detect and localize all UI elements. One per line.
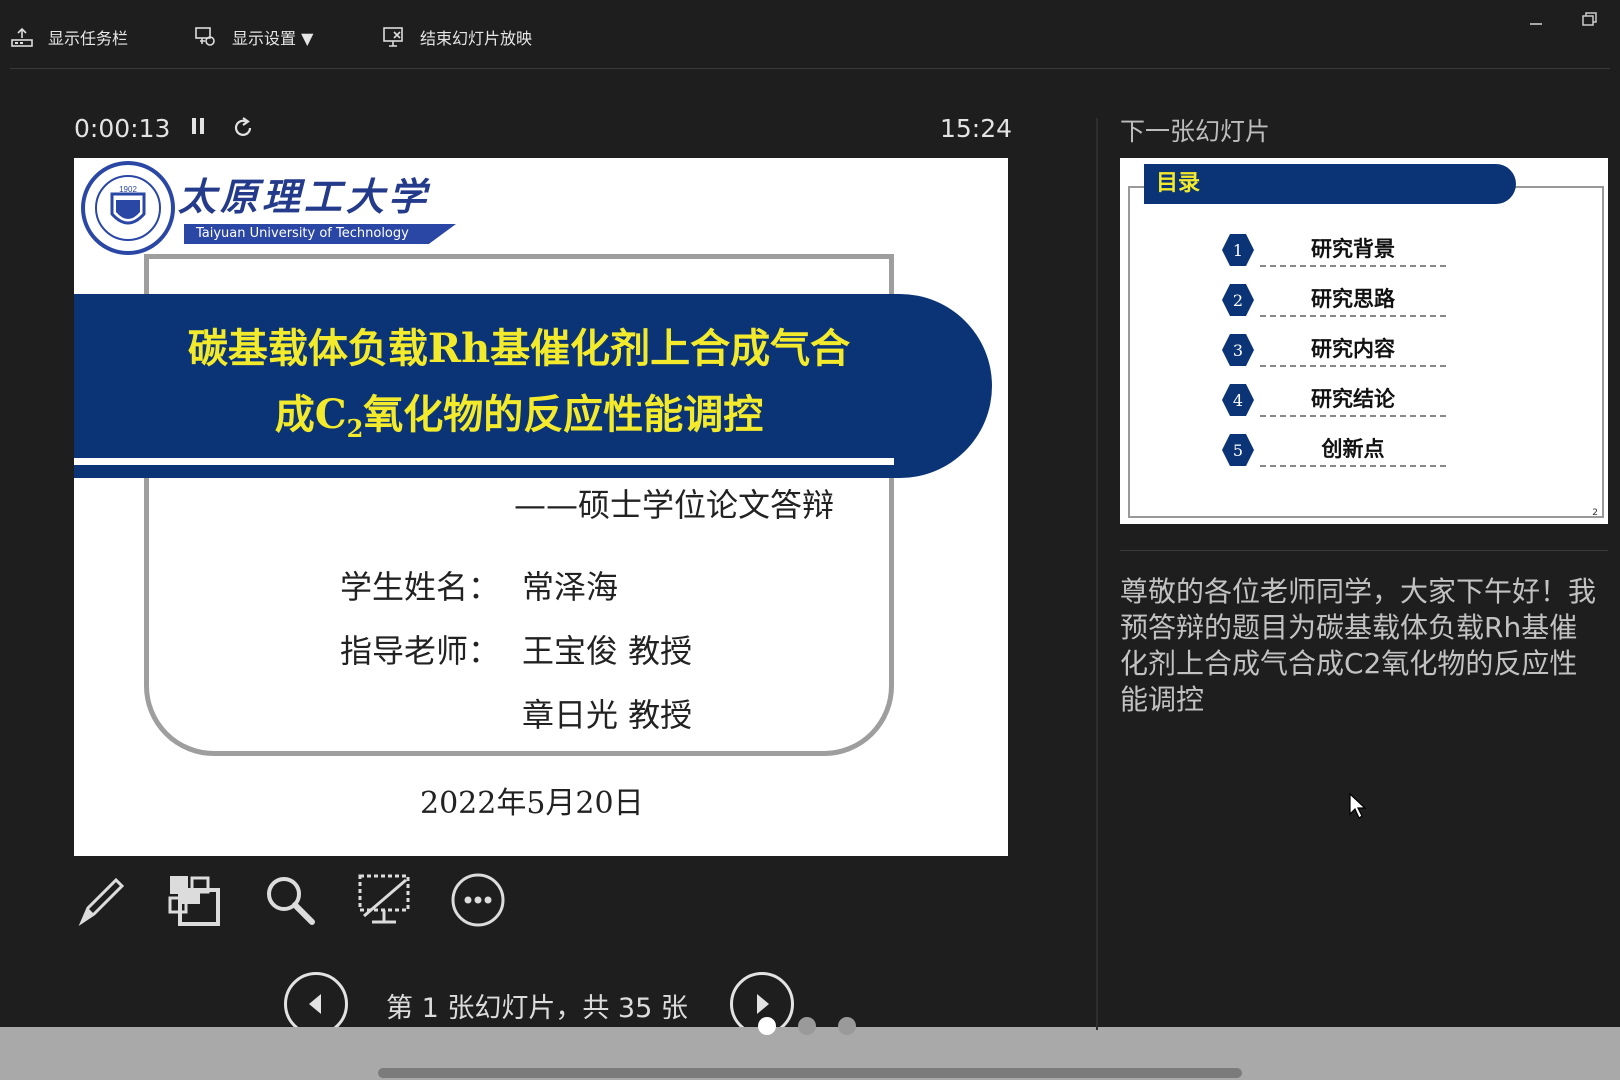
more-options-icon[interactable] <box>450 872 506 928</box>
toc-heading: 目录 <box>1144 164 1516 204</box>
toc-item-label: 研究内容 <box>1260 333 1446 367</box>
next-slide-label: 下一张幻灯片 <box>1120 117 1271 146</box>
presenter-toolbar: 显示任务栏 显示设置 ▼ 结束幻灯片放映 <box>0 0 1620 70</box>
title-line-2-suffix: 氧化物的反应性能调控 <box>363 391 764 438</box>
end-slideshow-label: 结束幻灯片放映 <box>420 29 533 48</box>
end-slideshow-button[interactable]: 结束幻灯片放映 <box>382 22 532 52</box>
toc-item-label: 研究结论 <box>1260 383 1446 417</box>
university-name-cn: 太原理工大学 <box>178 174 431 219</box>
restore-icon <box>1582 12 1597 26</box>
zoom-icon[interactable] <box>262 872 318 928</box>
next-slide-page-number: 2 <box>1592 508 1598 518</box>
mouse-cursor-icon <box>1349 792 1367 819</box>
toc-item-label: 研究背景 <box>1260 233 1446 267</box>
title-line-1: 碳基载体负载Rh基催化剂上合成气合 <box>187 325 851 372</box>
horizontal-scrollbar[interactable] <box>378 1068 1242 1078</box>
minimize-window-button[interactable] <box>1524 8 1548 32</box>
display-settings-label: 显示设置 ▼ <box>232 29 314 48</box>
next-slide-preview[interactable]: 目录 1 研究背景 2 研究思路 3 研究内容 4 研究结论 5 创新点 2 <box>1120 158 1608 524</box>
toc-number-badge: 1 <box>1222 234 1254 266</box>
slide-title: 碳基载体负载Rh基催化剂上合成气合 成C2氧化物的反应性能调控 <box>104 316 934 462</box>
seal-year: 1902 <box>119 185 137 194</box>
display-settings-icon <box>195 27 215 46</box>
toc-item-label: 创新点 <box>1260 433 1446 467</box>
student-name: 常泽海 <box>522 568 619 606</box>
toc-number-badge: 3 <box>1222 334 1254 366</box>
slide-subtitle: ——硕士学位论文答辩 <box>514 486 835 524</box>
black-screen-icon[interactable] <box>356 872 412 928</box>
current-slide[interactable]: 1902 太原理工大学 Taiyuan University of Techno… <box>74 158 1008 856</box>
panel-divider[interactable] <box>1096 118 1098 1030</box>
university-name-en: Taiyuan University of Technology <box>184 224 456 244</box>
university-seal-icon: 1902 <box>81 161 175 255</box>
elapsed-timer: 0:00:13 <box>74 114 171 143</box>
toc-item: 2 研究思路 <box>1222 282 1446 318</box>
title-subscript: 2 <box>346 414 364 443</box>
see-all-slides-icon[interactable] <box>166 872 222 928</box>
title-line-2: 成C2氧化物的反应性能调控 <box>104 382 934 462</box>
toc-item-label: 研究思路 <box>1260 283 1446 317</box>
advisor-2: 章日光 教授 <box>522 696 693 734</box>
pause-icon[interactable] <box>190 116 206 138</box>
taskbar-icon <box>11 27 33 47</box>
speaker-notes[interactable]: 尊敬的各位老师同学，大家下午好！我预答辩的题目为碳基载体负载Rh基催化剂上合成气… <box>1120 574 1600 718</box>
toc-number-badge: 5 <box>1222 434 1254 466</box>
toc-number-badge: 2 <box>1222 284 1254 316</box>
show-taskbar-label: 显示任务栏 <box>48 29 129 48</box>
pager-dot[interactable] <box>838 1017 856 1035</box>
restore-window-button[interactable] <box>1578 8 1602 32</box>
pen-icon[interactable] <box>74 872 130 928</box>
triangle-left-icon <box>309 994 321 1014</box>
restart-timer-icon[interactable] <box>232 116 256 140</box>
toc-item: 3 研究内容 <box>1222 332 1446 368</box>
toc-number-badge: 4 <box>1222 384 1254 416</box>
toc-item: 5 创新点 <box>1222 432 1446 468</box>
notes-divider <box>1120 550 1608 551</box>
minimize-icon <box>1530 23 1542 25</box>
slide-counter: 第 1 张幻灯片，共 35 张 <box>386 993 688 1024</box>
toc-item: 4 研究结论 <box>1222 382 1446 418</box>
toolbar-divider <box>10 68 1610 69</box>
toc-item: 1 研究背景 <box>1222 232 1446 268</box>
end-slideshow-icon <box>383 27 403 47</box>
show-taskbar-button[interactable]: 显示任务栏 <box>10 22 128 52</box>
pager-dots <box>758 1017 856 1035</box>
pager-dot[interactable] <box>798 1017 816 1035</box>
advisor-label: 指导老师： <box>340 632 501 670</box>
current-time: 15:24 <box>940 114 1013 143</box>
title-line-2-prefix: 成C <box>274 391 347 438</box>
advisor-1: 王宝俊 教授 <box>522 632 693 670</box>
student-label: 学生姓名： <box>340 568 501 606</box>
display-settings-button[interactable]: 显示设置 ▼ <box>194 22 313 52</box>
pager-dot[interactable] <box>758 1017 776 1035</box>
slide-date: 2022年5月20日 <box>420 786 644 821</box>
